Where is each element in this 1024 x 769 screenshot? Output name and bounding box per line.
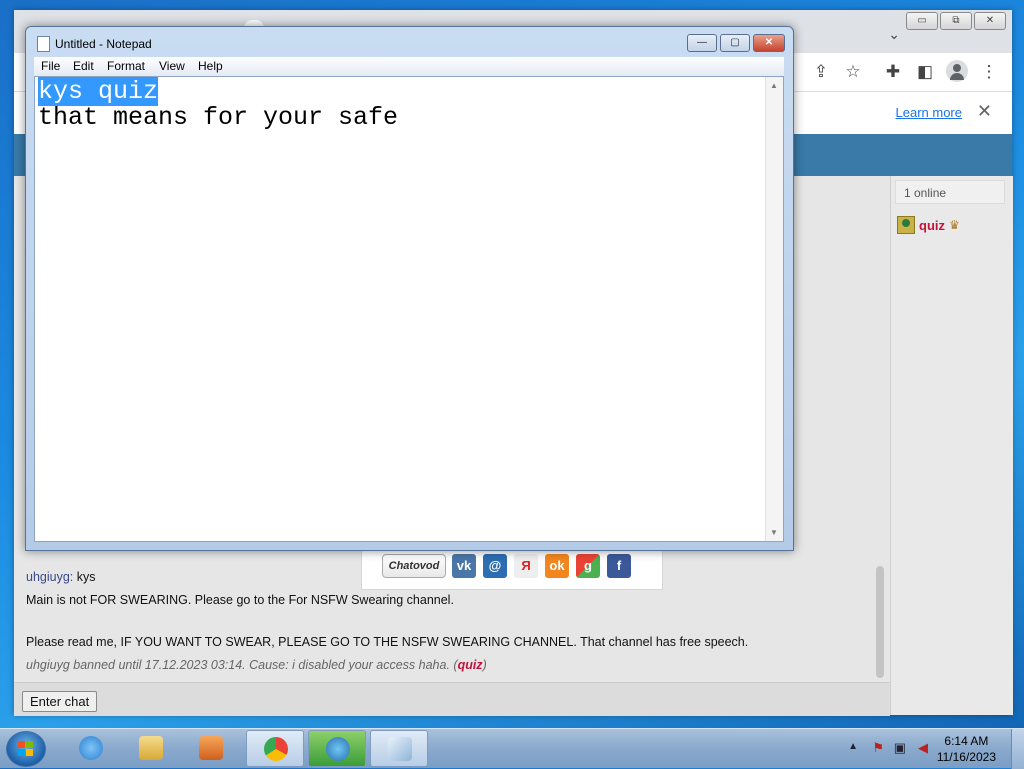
vk-share-button[interactable]: vk — [452, 554, 476, 578]
user-name[interactable]: quiz — [919, 218, 945, 233]
chat-footer: Enter chat — [14, 682, 890, 716]
start-button[interactable] — [6, 731, 46, 767]
internet-explorer-icon — [79, 736, 103, 760]
user-list-panel: 1 online quiz ♛ — [890, 176, 1013, 715]
selected-text[interactable]: kys quiz — [38, 77, 159, 106]
menu-format[interactable]: Format — [107, 59, 145, 73]
learn-more-link[interactable]: Learn more — [896, 105, 962, 120]
notepad-icon — [37, 36, 50, 52]
menu-bar: File Edit Format View Help — [34, 57, 784, 76]
window-title: Untitled - Notepad — [55, 37, 152, 51]
tab-search-icon[interactable]: ⌄ — [888, 26, 900, 43]
moderator-badge-icon: ♛ — [949, 218, 960, 232]
minimize-button[interactable]: — — [687, 34, 717, 52]
profile-icon[interactable] — [946, 60, 968, 82]
maximize-button[interactable]: ▢ — [720, 34, 750, 52]
text-line[interactable]: that means for your safe — [38, 103, 398, 132]
clock-time: 6:14 AM — [944, 734, 989, 748]
windows-logo-icon — [18, 741, 34, 757]
scroll-up-icon[interactable]: ▲ — [770, 81, 778, 90]
network-icon[interactable]: ▣ — [894, 740, 906, 756]
user-list-item[interactable]: quiz ♛ — [897, 216, 960, 234]
download-manager-icon — [326, 737, 350, 761]
folder-icon — [139, 736, 163, 760]
enter-chat-button[interactable]: Enter chat — [22, 691, 98, 712]
chrome-icon — [264, 737, 288, 761]
taskbar-internet-explorer[interactable] — [62, 730, 120, 767]
editor-scrollbar[interactable]: ▲ ▼ — [765, 77, 783, 541]
clock-date: 11/16/2023 — [936, 750, 996, 764]
extensions-icon[interactable]: ✚ — [882, 61, 904, 83]
volume-muted-icon[interactable]: ◀ — [918, 740, 928, 756]
sidepanel-icon[interactable]: ◧ — [914, 61, 936, 83]
mail-share-button[interactable]: @ — [483, 554, 507, 578]
taskbar-file-explorer[interactable] — [122, 730, 180, 767]
notepad-window: Untitled - Notepad — ▢ ✕ File Edit Forma… — [25, 26, 794, 551]
browser-window-controls: ▭ ⧉ ✕ — [904, 12, 1006, 30]
taskbar-chrome[interactable] — [246, 730, 304, 767]
taskbar-media-player[interactable] — [182, 730, 240, 767]
menu-file[interactable]: File — [41, 59, 60, 73]
taskbar-download-manager[interactable] — [308, 730, 366, 767]
menu-view[interactable]: View — [159, 59, 185, 73]
action-center-icon[interactable]: ⚑ — [872, 740, 884, 756]
browser-restore-button[interactable]: ⧉ — [940, 12, 972, 30]
text-editor[interactable]: kys quiz that means for your safe ▲ ▼ — [34, 76, 784, 542]
notepad-icon — [388, 737, 412, 761]
facebook-share-button[interactable]: f — [607, 554, 631, 578]
system-message-text: uhgiuyg banned until 17.12.2023 03:14. C… — [26, 658, 458, 672]
close-button[interactable]: ✕ — [753, 34, 785, 52]
menu-help[interactable]: Help — [198, 59, 223, 73]
show-desktop-button[interactable] — [1011, 729, 1024, 769]
chat-message: uhgiuyg: kys — [26, 570, 96, 584]
notepad-titlebar[interactable]: Untitled - Notepad — ▢ ✕ — [26, 27, 793, 57]
message-text: kys — [73, 570, 96, 584]
show-hidden-icons-icon[interactable]: ▲ — [848, 741, 858, 752]
chatovod-logo[interactable]: Chatovod — [382, 554, 446, 578]
editor-content[interactable]: kys quiz that means for your safe — [38, 77, 398, 132]
close-icon[interactable]: ✕ — [977, 101, 992, 122]
chat-message: Main is not FOR SWEARING. Please go to t… — [26, 593, 454, 607]
menu-icon[interactable]: ⋮ — [978, 61, 1000, 83]
system-message: uhgiuyg banned until 17.12.2023 03:14. C… — [26, 658, 487, 672]
share-icon[interactable]: ⇪ — [810, 61, 832, 83]
chat-scroll-thumb[interactable] — [876, 566, 884, 678]
chat-message: Please read me, IF YOU WANT TO SWEAR, PL… — [26, 635, 749, 649]
message-nick[interactable]: uhgiuyg: — [26, 570, 73, 584]
taskbar-notepad[interactable] — [370, 730, 428, 767]
menu-edit[interactable]: Edit — [73, 59, 94, 73]
user-avatar-icon — [897, 216, 915, 234]
moderator-name[interactable]: quiz — [458, 658, 483, 672]
taskbar: ▲ ⚑ ▣ ◀ 6:14 AM 11/16/2023 — [0, 728, 1024, 769]
clock[interactable]: 6:14 AM 11/16/2023 — [937, 733, 996, 765]
scroll-down-icon[interactable]: ▼ — [770, 528, 778, 537]
browser-close-button[interactable]: ✕ — [974, 12, 1006, 30]
online-count: 1 online — [895, 180, 1005, 204]
system-message-close: ) — [482, 658, 487, 672]
share-bar: Chatovod vk @ Я ok g f — [361, 548, 663, 590]
browser-minimize-button[interactable]: ▭ — [906, 12, 938, 30]
google-share-button[interactable]: g — [576, 554, 600, 578]
star-icon[interactable]: ☆ — [842, 61, 864, 83]
media-player-icon — [199, 736, 223, 760]
odnoklassniki-share-button[interactable]: ok — [545, 554, 569, 578]
yandex-share-button[interactable]: Я — [514, 554, 538, 578]
